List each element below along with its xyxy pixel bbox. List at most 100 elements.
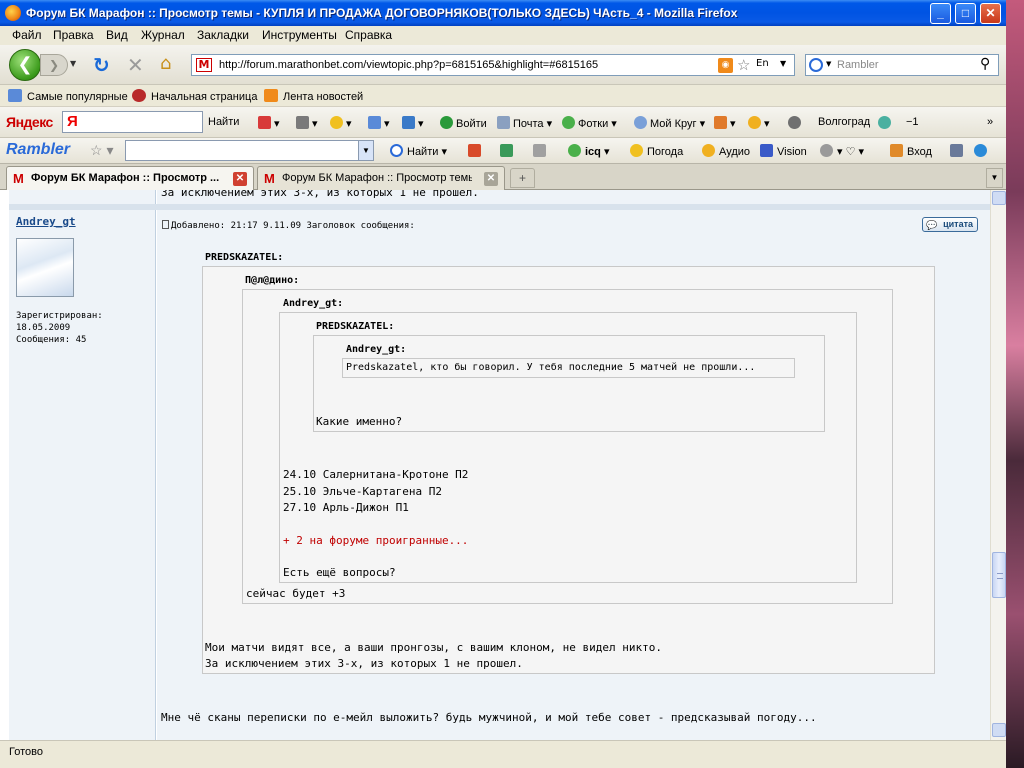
bookmarks-toolbar: Самые популярные Начальная страница Лент… bbox=[0, 85, 1006, 107]
tab-label: Форум БК Марафон :: Просмотр ... bbox=[31, 172, 220, 184]
rss-icon[interactable]: ◉ bbox=[718, 58, 733, 73]
rambler-pen-icon[interactable] bbox=[468, 144, 485, 158]
rambler-audio-button[interactable]: Аудио bbox=[702, 144, 750, 158]
yandex-logo[interactable]: Яндекс bbox=[6, 114, 53, 130]
search-input[interactable]: Rambler bbox=[837, 59, 879, 71]
yandex-spell-icon[interactable]: ▾ bbox=[368, 116, 390, 130]
yandex-chat-icon[interactable]: ▾ bbox=[330, 116, 352, 130]
url-dropdown-icon[interactable]: ▼ bbox=[780, 59, 786, 68]
weather-city[interactable]: Волгоград bbox=[818, 116, 870, 128]
scroll-down-arrow[interactable] bbox=[992, 723, 1006, 737]
post-author-link[interactable]: Andrey_gt bbox=[16, 215, 76, 228]
rambler-pencil-icon[interactable] bbox=[500, 144, 517, 158]
vision-icon bbox=[760, 144, 773, 157]
menu-tools[interactable]: Инструменты bbox=[262, 28, 337, 42]
yandex-stats-icon[interactable]: ▾ bbox=[296, 116, 318, 130]
history-dropdown-icon[interactable]: ▼ bbox=[70, 59, 76, 68]
quote1-author: PREDSKAZATEL: bbox=[205, 252, 284, 263]
tab-close-icon[interactable]: ✕ bbox=[233, 172, 247, 186]
scrollbar-thumb[interactable] bbox=[992, 552, 1006, 598]
title-bar: Форум БК Марафон :: Просмотр темы - КУПЛ… bbox=[0, 0, 1006, 26]
search-icon[interactable]: ⚲ bbox=[980, 56, 990, 72]
rambler-help-icon[interactable] bbox=[974, 144, 991, 158]
yandex-mail-button[interactable]: Почта ▾ bbox=[497, 116, 552, 130]
menu-help[interactable]: Справка bbox=[345, 28, 392, 42]
url-bar[interactable]: M http://forum.marathonbet.com/viewtopic… bbox=[191, 54, 795, 76]
menu-view[interactable]: Вид bbox=[106, 28, 128, 42]
yandex-favorites-icon[interactable]: ▾ bbox=[748, 116, 770, 130]
tab-list-dropdown-icon[interactable]: ▼ bbox=[986, 168, 1003, 188]
url-input[interactable]: http://forum.marathonbet.com/viewtopic.p… bbox=[219, 59, 598, 71]
rambler-settings-icon[interactable] bbox=[950, 144, 967, 158]
search-box[interactable]: ▼ Rambler ⚲ bbox=[805, 54, 999, 76]
language-indicator[interactable]: En bbox=[756, 58, 769, 69]
rambler-login-label: Вход bbox=[907, 146, 932, 158]
rambler-search-input[interactable]: ▼ bbox=[125, 140, 374, 161]
yandex-market-icon[interactable]: ▾ bbox=[714, 116, 736, 130]
yandex-toolbar: Яндекс Я Найти ▾ ▾ ▾ ▾ ▾ Войти Почта ▾ Ф… bbox=[0, 107, 1006, 138]
menu-edit[interactable]: Правка bbox=[53, 28, 94, 42]
rambler-star-icon[interactable]: ☆ ▾ bbox=[90, 142, 113, 159]
bookmark-label: Самые популярные bbox=[27, 91, 128, 103]
message-count: Сообщения: 45 bbox=[16, 335, 87, 345]
registered-date: 18.05.2009 bbox=[16, 323, 71, 333]
rambler-dropdown-icon[interactable]: ▼ bbox=[358, 141, 373, 160]
rambler-weather-button[interactable]: Погода bbox=[630, 144, 683, 158]
rambler-find-button[interactable]: Найти ▾ bbox=[390, 144, 447, 158]
reload-icon[interactable]: ↻ bbox=[93, 53, 110, 77]
search-engine-icon[interactable] bbox=[809, 58, 823, 72]
quote1-line2: За исключением этих 3-х, из которых 1 не… bbox=[205, 657, 523, 670]
post-doc-icon[interactable] bbox=[162, 220, 169, 229]
bookmark-start-page[interactable]: Начальная страница bbox=[132, 89, 257, 103]
quote5-text: Predskazatel, кто бы говорил. У тебя пос… bbox=[346, 362, 756, 373]
menu-bookmarks[interactable]: Закладки bbox=[197, 28, 249, 42]
bookmark-most-visited[interactable]: Самые популярные bbox=[8, 89, 128, 103]
yandex-search-input[interactable]: Я bbox=[62, 111, 203, 133]
yandex-photos-button[interactable]: Фотки ▾ bbox=[562, 116, 617, 130]
stop-icon[interactable]: ✕ bbox=[127, 53, 144, 77]
bookmark-star-icon[interactable]: ☆ bbox=[737, 56, 750, 74]
menu-file[interactable]: Файл bbox=[12, 28, 42, 42]
yandex-translate-icon[interactable]: ▾ bbox=[402, 116, 424, 130]
rambler-vision-button[interactable]: Vision bbox=[760, 144, 807, 158]
toolbar-overflow-icon[interactable]: » bbox=[987, 116, 993, 128]
quote4-author: PREDSKAZATEL: bbox=[316, 321, 395, 332]
yandex-input-value: Я bbox=[67, 113, 78, 130]
rambler-login-button[interactable]: Вход bbox=[890, 144, 932, 158]
yandex-find-button[interactable]: Найти bbox=[208, 116, 239, 128]
bookmark-label: Начальная страница bbox=[151, 91, 258, 103]
yandex-my-circle-button[interactable]: Мой Круг ▾ bbox=[634, 116, 705, 130]
post-meta-text: Добавлено: 21:17 9.11.09 Заголовок сообщ… bbox=[171, 221, 415, 231]
yandex-my-circle-label: Мой Круг bbox=[650, 118, 697, 130]
bookmark-news-feed[interactable]: Лента новостей bbox=[264, 89, 363, 103]
maximize-button[interactable]: □ bbox=[955, 3, 976, 24]
home-icon[interactable]: ⌂ bbox=[160, 53, 171, 74]
tab-forum-2[interactable]: M Форум БК Марафон :: Просмотр темы... ✕ bbox=[257, 166, 505, 190]
minimize-button[interactable]: _ bbox=[930, 3, 951, 24]
tab-forum-active[interactable]: M Форум БК Марафон :: Просмотр ... ✕ bbox=[6, 166, 254, 190]
close-button[interactable]: ✕ bbox=[980, 3, 1001, 24]
rambler-tools-icon[interactable]: ▾ ♡ ▾ bbox=[820, 144, 864, 158]
forward-button[interactable]: ❯ bbox=[40, 54, 68, 76]
rambler-icq-button[interactable]: icq ▾ bbox=[568, 144, 609, 158]
avatar bbox=[16, 238, 74, 297]
sun-icon bbox=[630, 144, 643, 157]
menu-history[interactable]: Журнал bbox=[141, 28, 185, 42]
back-button[interactable]: ❮ bbox=[9, 49, 41, 81]
quote-button[interactable]: 💬 цитата bbox=[922, 217, 978, 232]
new-tab-button[interactable]: + bbox=[510, 168, 535, 188]
yandex-marker-icon[interactable]: ▾ bbox=[258, 116, 280, 130]
tab-close-icon[interactable]: ✕ bbox=[484, 172, 498, 186]
rambler-toolbar: Rambler ☆ ▾ ▼ Найти ▾ icq ▾ Погода Аудио… bbox=[0, 138, 1006, 164]
vertical-scrollbar[interactable] bbox=[990, 190, 1006, 740]
status-text: Готово bbox=[9, 746, 43, 758]
navigation-toolbar: ❮ ❯ ▼ ↻ ✕ ⌂ M http://forum.marathonbet.c… bbox=[0, 45, 1006, 85]
rambler-logo[interactable]: Rambler bbox=[6, 141, 70, 159]
yandex-mail-label: Почта bbox=[513, 118, 544, 130]
yandex-login-button[interactable]: Войти bbox=[440, 116, 487, 130]
scroll-up-arrow[interactable] bbox=[992, 191, 1006, 205]
rambler-card-icon[interactable] bbox=[533, 144, 550, 158]
search-engine-dropdown-icon[interactable]: ▼ bbox=[826, 60, 831, 68]
settings-gear-icon[interactable] bbox=[788, 116, 804, 130]
desktop-background bbox=[1006, 0, 1024, 768]
